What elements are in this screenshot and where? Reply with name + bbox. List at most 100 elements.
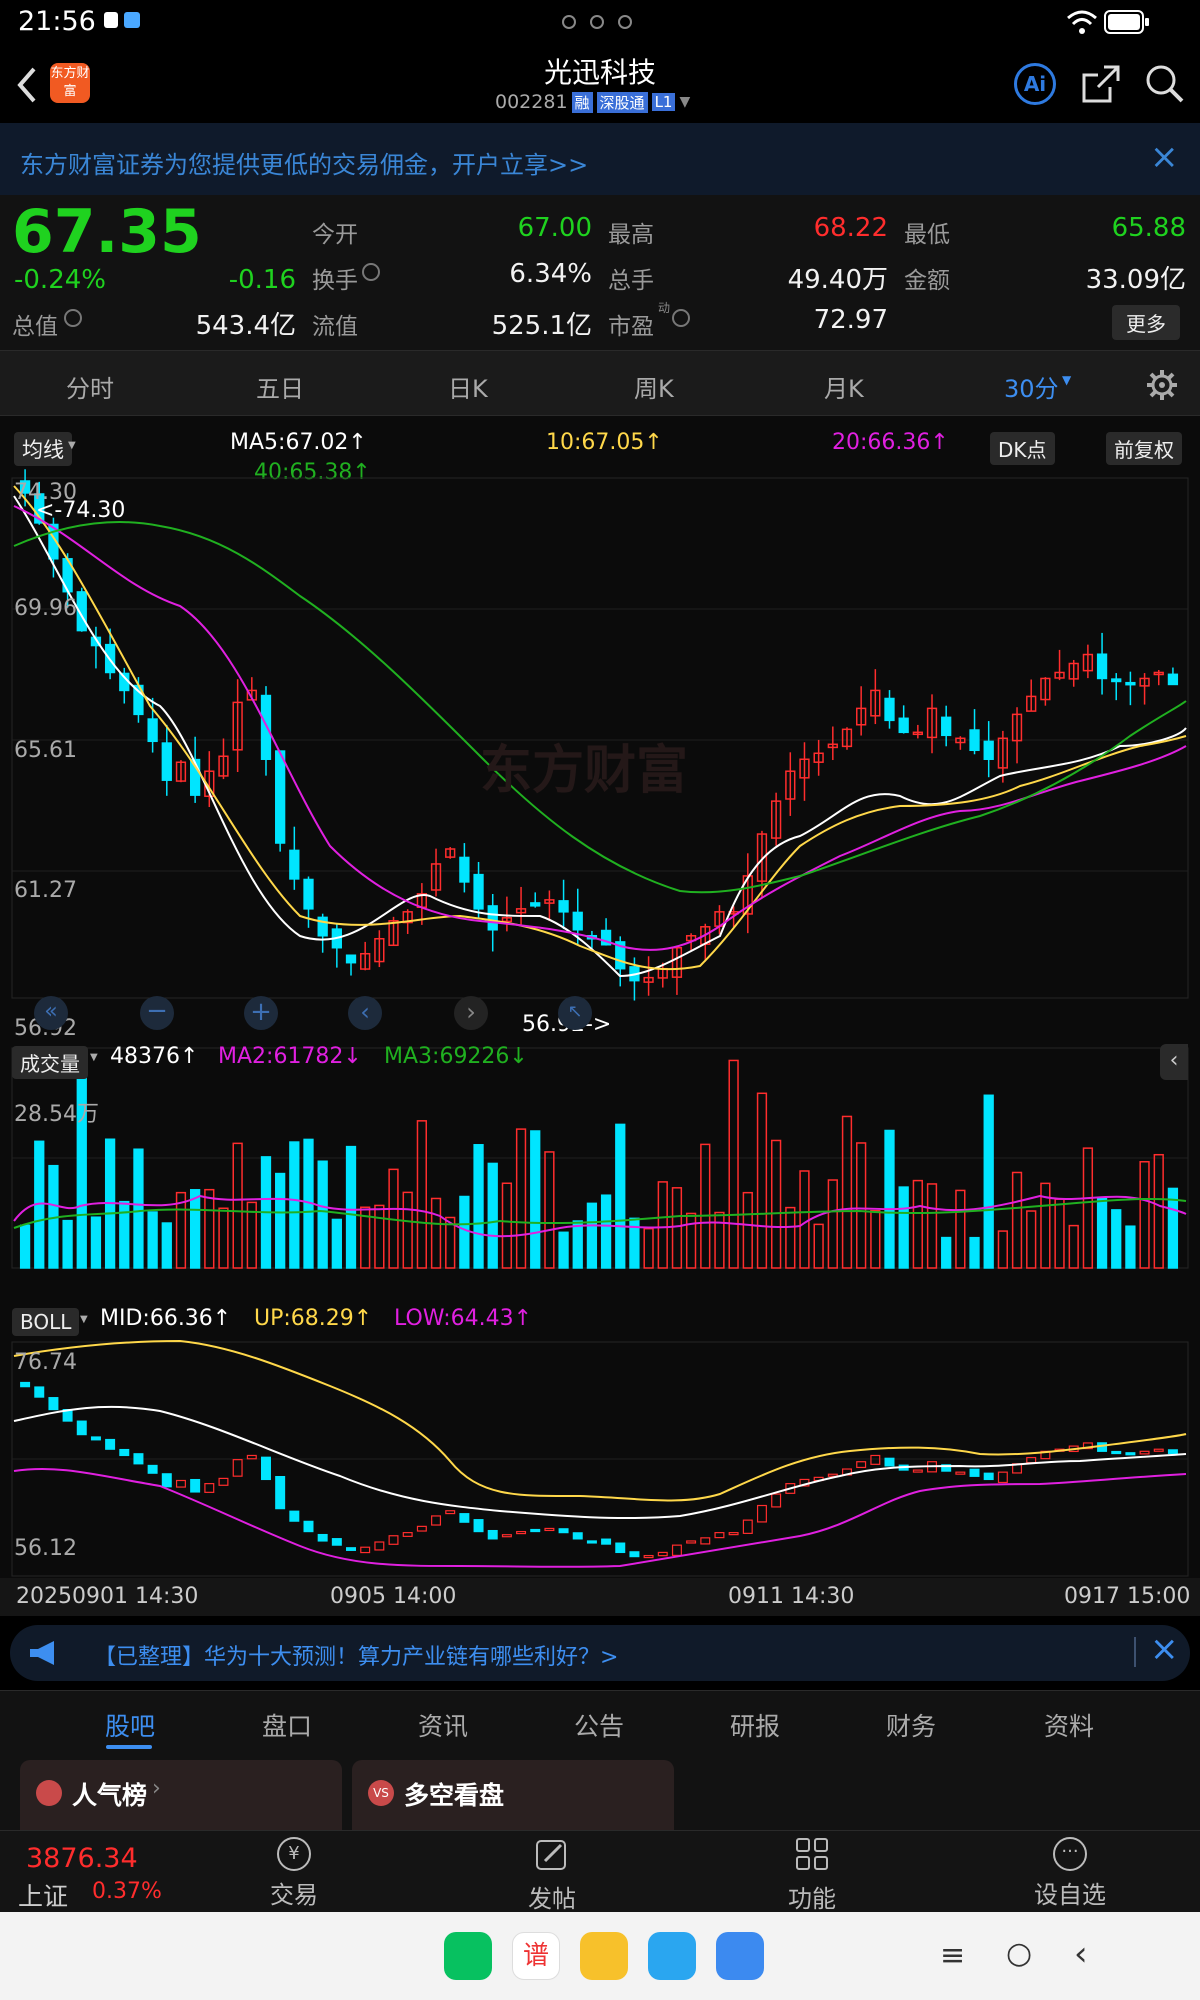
candle-body bbox=[289, 849, 300, 880]
share-icon[interactable] bbox=[1080, 63, 1122, 105]
pe-dynamic-mark: 动 bbox=[658, 301, 671, 315]
tab-guba[interactable]: 股吧 bbox=[105, 1707, 155, 1743]
volume-bar bbox=[558, 1231, 569, 1269]
boll-candle bbox=[246, 1454, 257, 1460]
info-icon[interactable] bbox=[672, 309, 690, 327]
volume-selector[interactable]: 成交量 bbox=[12, 1046, 88, 1079]
tab-news[interactable]: 资讯 bbox=[418, 1707, 468, 1743]
info-icon[interactable] bbox=[64, 309, 82, 327]
tag-l1: L1 bbox=[651, 93, 676, 111]
app-icon[interactable]: 谱 bbox=[512, 1932, 560, 1980]
volume-bar bbox=[1082, 1147, 1094, 1269]
candle-body bbox=[459, 856, 470, 883]
boll-candle bbox=[530, 1528, 541, 1533]
high-marker: <-74.30 bbox=[36, 498, 126, 523]
boll-candle bbox=[544, 1527, 555, 1532]
tab-announcements[interactable]: 公告 bbox=[574, 1707, 624, 1743]
tab-finance[interactable]: 财务 bbox=[886, 1707, 936, 1743]
index-value[interactable]: 3876.34 bbox=[26, 1843, 138, 1874]
wechat-icon[interactable] bbox=[444, 1932, 492, 1980]
index-percent[interactable]: 0.37% bbox=[92, 1879, 162, 1904]
volume-bar bbox=[671, 1187, 683, 1269]
chevron-down-icon[interactable]: ▼ bbox=[90, 1052, 98, 1063]
period-tabs: 分时 五日 日K 周K 月K 30分 ▼ bbox=[0, 350, 1200, 416]
xtick-4: 0917 15:00 bbox=[1064, 1584, 1191, 1609]
tab-daily-k[interactable]: 日K bbox=[448, 369, 488, 404]
nav-functions[interactable]: 功能 bbox=[772, 1837, 852, 1914]
chevron-down-icon[interactable]: ▼ bbox=[80, 1314, 88, 1325]
boll-candle bbox=[289, 1510, 300, 1522]
boll-candle bbox=[615, 1542, 626, 1554]
candle-body bbox=[303, 878, 314, 910]
promo-text[interactable]: 东方财富证券为您提供更低的交易佣金，开户立享>> bbox=[20, 145, 588, 180]
volume-bar bbox=[189, 1189, 201, 1269]
search-icon[interactable] bbox=[1144, 63, 1186, 105]
chevron-down-icon[interactable]: ▼ bbox=[679, 94, 690, 110]
boll-candle bbox=[756, 1504, 767, 1523]
tab-30min[interactable]: 30分 bbox=[1004, 369, 1059, 404]
trade-icon: ¥ bbox=[277, 1837, 311, 1871]
scroll-right-button[interactable]: › bbox=[454, 996, 488, 1030]
news-ticker[interactable]: 【已整理】华为十大预测！算力产业链有哪些利好？> × bbox=[10, 1625, 1190, 1681]
lock-icon[interactable] bbox=[716, 1932, 764, 1980]
notes-icon[interactable] bbox=[580, 1932, 628, 1980]
menu-icon[interactable]: ≡ bbox=[940, 1938, 965, 1973]
kline-chart-area[interactable]: 均线 ▼ MA5:67.02↑ 10:67.05↑ 20:66.36↑ 40:6… bbox=[0, 416, 1200, 1616]
zoom-in-button[interactable]: + bbox=[244, 996, 278, 1030]
tab-monthly-k[interactable]: 月K bbox=[824, 369, 864, 404]
volume-bar bbox=[700, 1143, 711, 1269]
nav-post[interactable]: 发帖 bbox=[512, 1837, 592, 1914]
scroll-start-button[interactable]: « bbox=[34, 996, 68, 1030]
tab-pankou[interactable]: 盘口 bbox=[262, 1707, 312, 1743]
index-name[interactable]: 上证 bbox=[18, 1877, 68, 1913]
news-text[interactable]: 【已整理】华为十大预测！算力产业链有哪些利好？> bbox=[94, 1639, 618, 1671]
home-icon[interactable]: ○ bbox=[1006, 1936, 1032, 1971]
candle-body bbox=[898, 717, 909, 734]
legend-vol-ma2: MA2:61782↓ bbox=[218, 1044, 362, 1069]
float-value: 525.1亿 bbox=[491, 311, 592, 341]
ai-assistant-icon[interactable]: Ai bbox=[1014, 63, 1056, 105]
active-tab-indicator bbox=[106, 1745, 152, 1749]
scroll-left-button[interactable]: ‹ bbox=[348, 996, 382, 1030]
card-bull-bear[interactable]: VS 多空看盘 bbox=[352, 1760, 674, 1830]
more-button[interactable]: 更多 bbox=[1112, 305, 1180, 340]
tab-weekly-k[interactable]: 周K bbox=[634, 369, 674, 404]
nav-label: 交易 bbox=[270, 1881, 318, 1909]
files-icon[interactable] bbox=[648, 1932, 696, 1980]
volume-bar bbox=[615, 1123, 626, 1269]
nav-add-watchlist[interactable]: ··· 设自选 bbox=[1020, 1837, 1120, 1910]
nav-trade[interactable]: ¥ 交易 bbox=[254, 1837, 334, 1910]
gear-icon[interactable] bbox=[1146, 369, 1178, 401]
card-popularity[interactable]: 人气榜 › bbox=[20, 1760, 342, 1830]
boll-candle bbox=[487, 1529, 498, 1540]
boll-candle bbox=[969, 1468, 980, 1477]
boll-candle bbox=[303, 1520, 314, 1533]
info-icon[interactable] bbox=[362, 263, 380, 281]
collapse-panel-button[interactable]: ‹ bbox=[1160, 1044, 1188, 1080]
tab-five-day[interactable]: 五日 bbox=[256, 369, 304, 404]
candle-body bbox=[1167, 673, 1179, 686]
boll-selector[interactable]: BOLL bbox=[12, 1308, 80, 1336]
promo-banner[interactable]: 东方财富证券为您提供更低的交易佣金，开户立享>> × bbox=[0, 123, 1200, 195]
close-icon[interactable]: × bbox=[1150, 137, 1179, 177]
boll-candle bbox=[700, 1537, 711, 1545]
back-nav-icon[interactable]: ‹ bbox=[1074, 1934, 1088, 1974]
reset-view-button[interactable]: ↖ bbox=[558, 996, 592, 1030]
volume-bar bbox=[275, 1172, 286, 1269]
tab-profile[interactable]: 资料 bbox=[1044, 1707, 1094, 1743]
tag-shenggutong: 深股通 bbox=[596, 91, 648, 113]
volume-bar bbox=[19, 1224, 31, 1269]
back-icon[interactable] bbox=[14, 65, 40, 105]
zoom-out-button[interactable]: − bbox=[140, 996, 174, 1030]
boll-candle bbox=[983, 1472, 994, 1481]
xtick-2: 0905 14:00 bbox=[330, 1584, 457, 1609]
boll-ymax: 76.74 bbox=[14, 1350, 77, 1375]
chevron-down-icon[interactable]: ▼ bbox=[1062, 373, 1071, 387]
volume-bar bbox=[515, 1128, 527, 1269]
close-icon[interactable]: × bbox=[1150, 1629, 1179, 1669]
boll-candle bbox=[572, 1532, 583, 1540]
nav-label: 设自选 bbox=[1034, 1881, 1106, 1909]
tab-fenshi[interactable]: 分时 bbox=[66, 369, 114, 404]
boll-candle bbox=[48, 1397, 59, 1411]
tab-research[interactable]: 研报 bbox=[730, 1707, 780, 1743]
